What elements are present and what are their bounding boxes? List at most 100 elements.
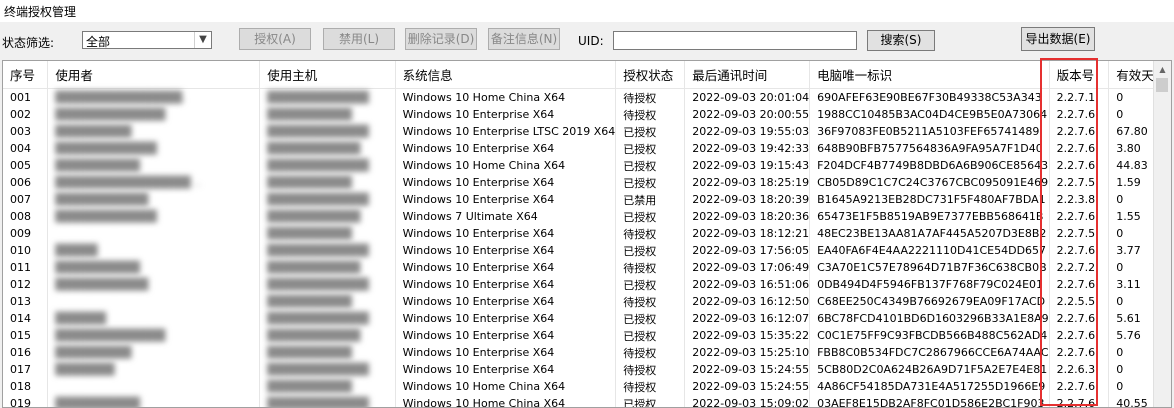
vertical-scrollbar[interactable]: ▲ <box>1153 61 1171 407</box>
status-filter-select[interactable]: 全部 ▼ <box>82 31 212 49</box>
version-cell: 2.2.3.8 <box>1049 191 1110 208</box>
row-number: 014 <box>3 310 49 327</box>
header-machine-id[interactable]: 电脑唯一标识 <box>809 61 1050 89</box>
machine-id-cell: C3A70E1C57E78964D71B7F36C638CB0B <box>809 259 1050 276</box>
row-number: 004 <box>3 140 49 157</box>
machine-id-cell: 03AEF8E15DB2AF8FC01D586E2BC1F903 <box>809 395 1050 407</box>
header-version[interactable]: 版本号 <box>1049 61 1110 89</box>
row-number: 010 <box>3 242 49 259</box>
table-row[interactable]: 002 █████████████ ██████████ Windows 10 Ent… <box>3 106 1171 123</box>
machine-id-cell: FBB8C0B534FDC7C2867966CCE6A74AAC <box>809 344 1050 361</box>
table-row[interactable]: 006 ████████████████ .. ██████████ Windows … <box>3 174 1171 191</box>
user-cell: ██████████ <box>47 157 261 174</box>
header-no[interactable]: 序号 <box>3 61 49 89</box>
machine-id-cell: 48EC23BE13AA81A7AF445A5207D3E8B2 <box>809 225 1050 242</box>
header-user[interactable]: 使用者 <box>47 61 261 89</box>
table-row[interactable]: 010 █████ ████████████ Windows 10 Enterpris… <box>3 242 1171 259</box>
table-row[interactable]: 005 ██████████ ████████████ Windows 10 Home… <box>3 157 1171 174</box>
disable-button[interactable]: 禁用(L) <box>323 28 395 50</box>
version-cell: 2.2.7.6 <box>1049 157 1110 174</box>
row-number: 013 <box>3 293 49 310</box>
time-cell: 2022-09-03 16:12:50 <box>684 293 811 310</box>
header-status[interactable]: 授权状态 <box>615 61 686 89</box>
table-row[interactable]: 004 ████████████ ███████████ Windows 10 Ent… <box>3 140 1171 157</box>
note-info-button[interactable]: 备注信息(N) <box>488 28 560 50</box>
export-data-button[interactable]: 导出数据(E) <box>1021 27 1095 51</box>
table-row[interactable]: 016 █████████ ██████████ Windows 10 Enterpr… <box>3 344 1171 361</box>
version-cell: 2.2.7.1 <box>1049 88 1110 106</box>
host-cell: ██████████ <box>259 344 396 361</box>
row-number: 017 <box>3 361 49 378</box>
table-row[interactable]: 007 ███████████ ████████████ Windows 10 Ent… <box>3 191 1171 208</box>
user-cell <box>47 225 261 242</box>
table-row[interactable]: 013 ██████████ Windows 10 Enterprise X64 待授… <box>3 293 1171 310</box>
status-cell: 已授权 <box>615 395 686 407</box>
os-cell: Windows 10 Enterprise X64 <box>395 140 617 157</box>
time-cell: 2022-09-03 19:42:33 <box>684 140 811 157</box>
row-number: 001 <box>3 88 49 106</box>
authorize-button[interactable]: 授权(A) <box>239 28 311 50</box>
chevron-down-icon[interactable]: ▼ <box>194 32 211 48</box>
host-cell: ████████████ <box>259 242 396 259</box>
table-row[interactable]: 018 ██████████ Windows 10 Home China X64 待授… <box>3 378 1171 395</box>
uid-input[interactable] <box>613 31 857 50</box>
table-row[interactable]: 015 █████████████ ███████████ Windows 10 En… <box>3 327 1171 344</box>
status-cell: 已授权 <box>615 157 686 174</box>
version-cell: 2.2.7.6 <box>1049 310 1110 327</box>
user-cell: █████████████ <box>47 327 261 344</box>
table-row[interactable]: 012 ███████████ ████████████ Windows 10 Ent… <box>3 276 1171 293</box>
os-cell: Windows 10 Enterprise X64 <box>395 191 617 208</box>
table-row[interactable]: 003 █████████ ████████████ Windows 10 Enter… <box>3 123 1171 140</box>
version-cell: 2.2.7.6 <box>1049 395 1110 407</box>
title-bar: 终端授权管理 <box>0 0 1174 22</box>
version-cell: 2.2.7.6 <box>1049 276 1110 293</box>
header-last-comm[interactable]: 最后通讯时间 <box>684 61 811 89</box>
machine-id-cell: 36F97083FE0B5211A5103FEF65741489 <box>809 123 1050 140</box>
time-cell: 2022-09-03 18:20:36 <box>684 208 811 225</box>
version-cell: 2.2.7.5 <box>1049 174 1110 191</box>
status-cell: 已授权 <box>615 140 686 157</box>
machine-id-cell: 690AFEF63E90BE67F30B49338C53A343 <box>809 88 1050 106</box>
time-cell: 2022-09-03 19:15:43 <box>684 157 811 174</box>
row-number: 009 <box>3 225 49 242</box>
time-cell: 2022-09-03 20:01:04 <box>684 88 811 106</box>
status-cell: 待授权 <box>615 344 686 361</box>
delete-record-button[interactable]: 删除记录(D) <box>405 28 477 50</box>
user-cell: ██████████ <box>47 395 261 407</box>
status-cell: 已授权 <box>615 174 686 191</box>
status-cell: 待授权 <box>615 259 686 276</box>
user-cell: █████████ <box>47 123 261 140</box>
host-cell: ██████████ <box>259 225 396 242</box>
row-number: 007 <box>3 191 49 208</box>
table-row[interactable]: 014 ██████ ████████████ Windows 10 Enterpri… <box>3 310 1171 327</box>
machine-id-cell: C0C1E75FF9C93FBCDB566B488C562AD4 <box>809 327 1050 344</box>
time-cell: 2022-09-03 17:06:49 <box>684 259 811 276</box>
machine-id-cell: F204DCF4B7749B8DBD6A6B906CE85643 <box>809 157 1050 174</box>
table-row[interactable]: 019 ██████████ ████████████ Windows 10 Home… <box>3 395 1171 407</box>
table-row[interactable]: 011 ██████████ ███████████ Windows 10 Enter… <box>3 259 1171 276</box>
header-host[interactable]: 使用主机 <box>259 61 396 89</box>
search-button[interactable]: 搜索(S) <box>867 30 935 51</box>
status-cell: 已授权 <box>615 123 686 140</box>
os-cell: Windows 10 Home China X64 <box>395 395 617 407</box>
host-cell: ███████████ <box>259 327 396 344</box>
status-cell: 待授权 <box>615 225 686 242</box>
scroll-thumb[interactable] <box>1156 78 1168 92</box>
table-row[interactable]: 009 ██████████ Windows 10 Enterprise X64 待授… <box>3 225 1171 242</box>
terminal-list[interactable]: 序号 使用者 使用主机 系统信息 授权状态 最后通讯时间 电脑唯一标识 版本号 有效天数 001… <box>2 60 1172 408</box>
time-cell: 2022-09-03 18:12:21 <box>684 225 811 242</box>
machine-id-cell: 6BC78FCD4101BD6D1603296B33A1E8A9 <box>809 310 1050 327</box>
version-cell: 2.2.7.6 <box>1049 327 1110 344</box>
machine-id-cell: 65473E1F5B8519AB9E7377EBB568641B <box>809 208 1050 225</box>
time-cell: 2022-09-03 15:24:55 <box>684 361 811 378</box>
header-os[interactable]: 系统信息 <box>395 61 617 89</box>
scroll-up-icon[interactable]: ▲ <box>1154 61 1171 78</box>
user-cell: ███████ <box>47 361 261 378</box>
terminal-table: 序号 使用者 使用主机 系统信息 授权状态 最后通讯时间 电脑唯一标识 版本号 有效天数 001… <box>3 61 1171 407</box>
host-cell: ████████████ <box>259 395 396 407</box>
table-row[interactable]: 008 ████████████ ███████████ Windows 7 Ulti… <box>3 208 1171 225</box>
table-row[interactable]: 001 ███████████████. ████████████ Windows 1… <box>3 88 1171 106</box>
table-row[interactable]: 017 ███████ ████████████ Windows 10 Enterpr… <box>3 361 1171 378</box>
host-cell: ███████████ <box>259 259 396 276</box>
status-cell: 已授权 <box>615 208 686 225</box>
